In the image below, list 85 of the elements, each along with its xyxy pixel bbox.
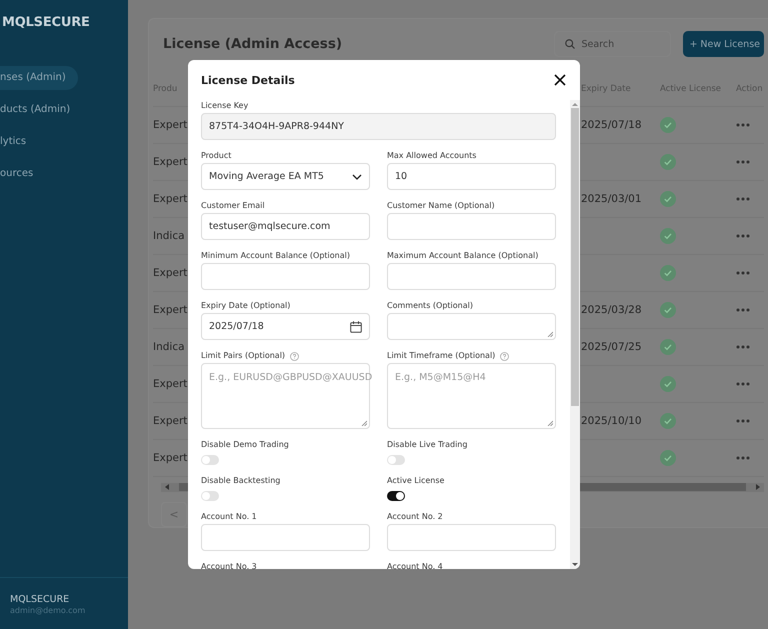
close-button[interactable] [554, 74, 566, 86]
table-cell: 2025/10/10 [581, 414, 642, 427]
field-label: Customer Name (Optional) [387, 200, 495, 212]
field-label: Expiry Date (Optional) [201, 300, 290, 312]
sidebar-item[interactable]: lytics [0, 130, 38, 154]
table-cell: 2025/03/01 [581, 192, 642, 205]
table-cell: Expert [153, 266, 188, 279]
field-label: Limit Pairs (Optional) [201, 350, 286, 362]
text-area[interactable]: E.g., EURUSD@GBPUSD@XAUUSD [201, 363, 370, 429]
toggle-switch[interactable] [201, 491, 219, 501]
toggle-switch[interactable] [201, 455, 219, 465]
field-label: Disable Demo Trading [201, 439, 289, 451]
scroll-down-icon[interactable] [572, 561, 578, 569]
table-cell: Expert [153, 378, 188, 390]
modal-title: License Details [201, 74, 295, 86]
table-cell: Expert [153, 452, 188, 464]
toggle-switch[interactable] [387, 491, 405, 501]
more-icon[interactable] [736, 308, 750, 312]
field-label: Product [201, 150, 232, 162]
chevron-down-icon [352, 174, 362, 180]
sidebar-item[interactable]: ources [0, 162, 46, 186]
field-label: Comments (Optional) [387, 300, 473, 312]
input-field[interactable]: testuser@mqlsecure.com [201, 213, 370, 240]
more-icon[interactable] [736, 418, 750, 423]
more-icon[interactable] [736, 122, 750, 127]
sidebar-item[interactable]: ducts (Admin) [0, 98, 82, 122]
scroll-right-icon[interactable] [756, 484, 760, 490]
input-field[interactable] [387, 263, 556, 290]
more-icon[interactable] [736, 382, 750, 386]
field-label: Minimum Account Balance (Optional) [201, 250, 350, 262]
comments-field[interactable] [387, 313, 556, 340]
text-area[interactable]: E.g., M5@M15@H4 [387, 363, 556, 429]
date-field[interactable]: 2025/07/18 [201, 313, 370, 340]
field-label: Disable Backtesting [201, 475, 280, 487]
field-label: Maximum Account Balance (Optional) [387, 250, 538, 262]
field-label: Customer Email [201, 200, 265, 212]
input-field[interactable] [387, 524, 556, 551]
field-label: Limit Timeframe (Optional) [387, 350, 496, 362]
table-cell: 2025/03/28 [581, 304, 642, 316]
more-icon[interactable] [736, 270, 750, 275]
table-cell: Indica [153, 230, 185, 242]
resize-grip-icon [361, 420, 367, 426]
new-license-button[interactable]: + New License [683, 31, 764, 58]
user-name: MQLSECURE [10, 594, 70, 605]
more-icon[interactable] [736, 196, 750, 201]
input-field[interactable] [387, 213, 556, 240]
field-label: Disable Live Trading [387, 439, 468, 451]
table-cell: Expert [153, 304, 188, 316]
vertical-scrollbar[interactable] [570, 100, 580, 569]
user-email: admin@demo.com [10, 606, 86, 615]
scroll-up-icon[interactable] [572, 100, 578, 108]
scroll-left-icon[interactable] [165, 484, 169, 490]
calendar-icon [350, 320, 362, 332]
field-label: Account No. 3 [201, 561, 257, 569]
field-label: Account No. 4 [387, 561, 443, 569]
field-label: Active License [387, 475, 444, 487]
table-cell: Indica [153, 340, 185, 353]
field-label: License Key [201, 100, 248, 112]
resize-grip-icon [547, 331, 553, 337]
table-cell: Expert [153, 192, 188, 205]
more-icon[interactable] [736, 456, 750, 460]
close-icon [554, 74, 566, 86]
search-field[interactable]: Search [554, 31, 672, 58]
input-field[interactable] [201, 524, 370, 551]
search-placeholder: Search [581, 38, 614, 50]
input-field[interactable]: 10 [387, 163, 556, 190]
field-label: Max Allowed Accounts [387, 150, 476, 162]
table-cell: Expert [153, 156, 188, 168]
table-cell: 2025/07/25 [581, 340, 642, 353]
product-dropdown[interactable]: Moving Average EA MT5 [201, 163, 370, 190]
sidebar-item[interactable]: nses (Admin) [0, 66, 78, 90]
toggle-switch[interactable] [387, 455, 405, 465]
search-icon [565, 39, 576, 50]
input-field[interactable] [201, 263, 370, 290]
more-icon[interactable] [736, 234, 750, 238]
table-cell: 2025/07/18 [581, 118, 642, 131]
field-label: Account No. 2 [387, 511, 443, 523]
field-label: Account No. 1 [201, 511, 257, 523]
table-cell: Expert [153, 414, 188, 427]
more-icon[interactable] [736, 160, 750, 164]
more-icon[interactable] [736, 344, 750, 349]
page-title: License (Admin Access) [162, 36, 344, 52]
resize-grip-icon [547, 420, 553, 426]
logo-text: MQLSECURE [1, 14, 91, 32]
table-cell: Expert [153, 118, 188, 131]
